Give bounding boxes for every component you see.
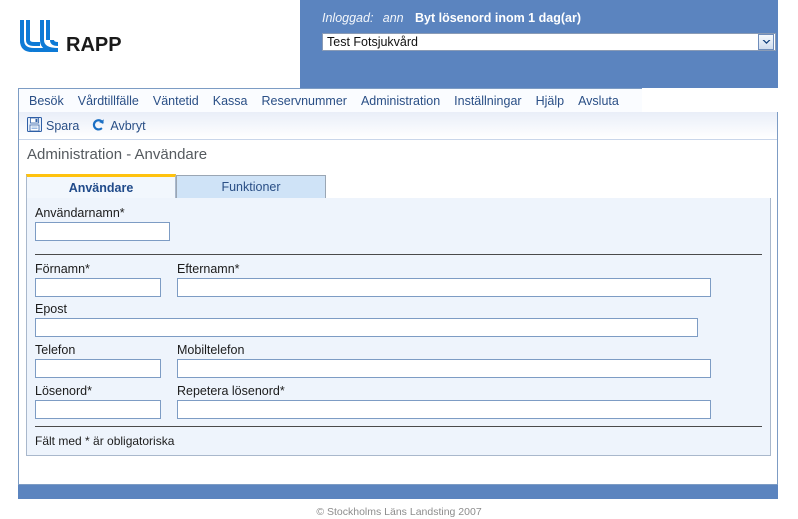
user-form: Användarnamn* Förnamn* Efternamn* Epost … — [26, 198, 771, 456]
tab-funktioner[interactable]: Funktioner — [176, 175, 326, 199]
menu-item-administration[interactable]: Administration — [354, 90, 447, 112]
menu-item-reservnummer[interactable]: Reservnummer — [255, 90, 354, 112]
input-repetera-losenord[interactable] — [177, 400, 711, 419]
menu-item-vantetid[interactable]: Väntetid — [146, 90, 206, 112]
content-panel: Spara Avbryt Administration - Användare … — [18, 112, 778, 485]
form-divider-bottom — [35, 426, 762, 427]
cancel-button-label: Avbryt — [110, 118, 146, 133]
page-title: Administration - Användare — [27, 146, 208, 163]
label-losenord: Lösenord* — [35, 384, 92, 398]
undo-arrow-icon — [91, 117, 106, 135]
menu-item-besok[interactable]: Besök — [19, 90, 71, 112]
input-mobiltelefon[interactable] — [177, 359, 711, 378]
input-losenord[interactable] — [35, 400, 161, 419]
required-fields-note: Fält med * är obligatoriska — [35, 434, 175, 448]
menu-item-installningar[interactable]: Inställningar — [447, 90, 528, 112]
cancel-button[interactable]: Avbryt — [91, 117, 146, 135]
unit-select[interactable]: Test Fotsjukvård — [322, 33, 776, 51]
label-repetera-losenord: Repetera lösenord* — [177, 384, 285, 398]
input-fornamn[interactable] — [35, 278, 161, 297]
logo-wordmark: RAPP — [66, 34, 122, 56]
tab-anvandare-label: Användare — [68, 181, 134, 195]
save-button-label: Spara — [46, 118, 80, 133]
floppy-disk-icon — [27, 116, 42, 135]
label-fornamn: Förnamn* — [35, 262, 90, 276]
login-info-row: Inloggad: ann Byt lösenord inom 1 dag(ar… — [322, 11, 762, 25]
page-header: RAPP Inloggad: ann Byt lösenord inom 1 d… — [0, 0, 798, 88]
form-divider-top — [35, 254, 762, 255]
footer-blue-bar — [18, 485, 778, 499]
jll-logo-icon — [20, 20, 58, 52]
unit-select-value: Test Fotsjukvård — [327, 35, 419, 49]
label-mobiltelefon: Mobiltelefon — [177, 343, 245, 357]
menu-item-avsluta[interactable]: Avsluta — [571, 90, 626, 112]
label-anvandarnamn: Användarnamn* — [35, 206, 125, 220]
input-efternamn[interactable] — [177, 278, 711, 297]
label-epost: Epost — [35, 302, 67, 316]
input-anvandarnamn[interactable] — [35, 222, 170, 241]
save-button[interactable]: Spara — [27, 116, 80, 135]
tab-anvandare[interactable]: Användare — [26, 174, 176, 199]
input-telefon[interactable] — [35, 359, 161, 378]
tab-bar: Användare Funktioner — [26, 174, 771, 199]
footer-copyright: © Stockholms Läns Landsting 2007 — [316, 506, 482, 518]
app-logo: RAPP — [18, 18, 122, 58]
menu-item-vardtillfalle[interactable]: Vårdtillfälle — [71, 90, 146, 112]
label-telefon: Telefon — [35, 343, 76, 357]
input-epost[interactable] — [35, 318, 698, 337]
password-expiry-warning: Byt lösenord inom 1 dag(ar) — [414, 11, 581, 25]
menu-item-hjalp[interactable]: Hjälp — [529, 90, 572, 112]
login-label: Inloggad: — [322, 11, 374, 25]
login-username: ann — [382, 11, 404, 25]
action-toolbar: Spara Avbryt — [19, 112, 777, 140]
tab-funktioner-label: Funktioner — [221, 180, 281, 194]
chevron-down-icon[interactable] — [758, 34, 774, 50]
label-efternamn: Efternamn* — [177, 262, 240, 276]
main-menu-bar: Besök Vårdtillfälle Väntetid Kassa Reser… — [18, 88, 642, 112]
menu-item-kassa[interactable]: Kassa — [206, 90, 255, 112]
